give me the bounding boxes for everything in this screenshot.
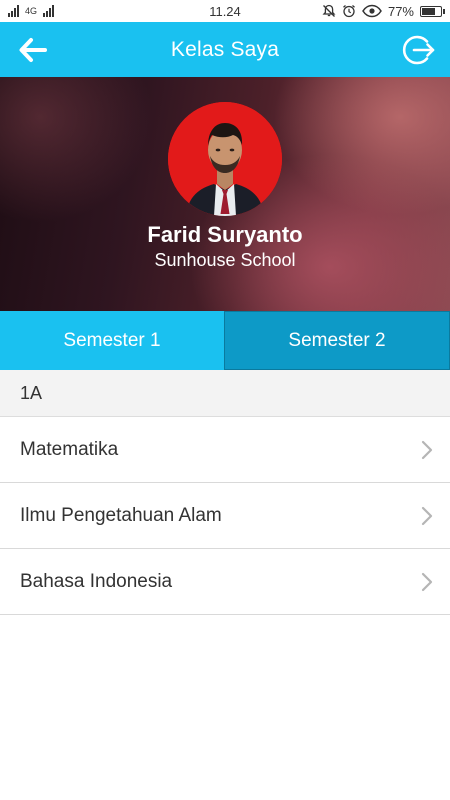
battery-percent: 77% [387,3,414,19]
subject-item-bahasa-indonesia[interactable]: Bahasa Indonesia [0,549,450,615]
chevron-right-icon [420,506,434,526]
signal-icon [8,5,19,17]
status-right: 77% [322,3,445,19]
signal-icon-2 [43,5,55,17]
tab-semester-2[interactable]: Semester 2 [224,311,450,370]
avatar-photo [168,102,282,216]
profile-header: Farid Suryanto Sunhouse School [0,77,450,311]
avatar [168,102,282,216]
status-bar: 4G 11.24 77% [0,0,450,22]
subject-list: Matematika Ilmu Pengetahuan Alam Bahasa … [0,417,450,615]
bell-muted-icon [322,4,336,17]
eye-icon [362,4,382,18]
network-type: 4G [25,5,38,16]
subject-label: Bahasa Indonesia [20,570,173,592]
chevron-right-icon [420,572,434,592]
logout-icon [402,35,435,65]
tab-semester-1[interactable]: Semester 1 [0,311,224,370]
arrow-left-icon [19,38,47,62]
subject-item-ipa[interactable]: Ilmu Pengetahuan Alam [0,483,450,549]
profile-school: Sunhouse School [154,250,296,270]
alarm-icon [343,5,355,18]
profile-name: Farid Suryanto [147,222,303,247]
status-left: 4G [8,5,55,17]
chevron-right-icon [420,440,434,460]
battery-icon [420,5,445,17]
back-button[interactable] [16,34,50,66]
class-section-header: 1A [0,370,450,417]
semester-tabs: Semester 1 Semester 2 [0,311,450,370]
subject-label: Ilmu Pengetahuan Alam [20,504,222,526]
subject-label: Matematika [20,438,119,460]
page-title: Kelas Saya [170,37,280,61]
logout-button[interactable] [400,31,438,69]
subject-item-matematika[interactable]: Matematika [0,417,450,483]
app-bar: Kelas Saya [0,22,450,77]
